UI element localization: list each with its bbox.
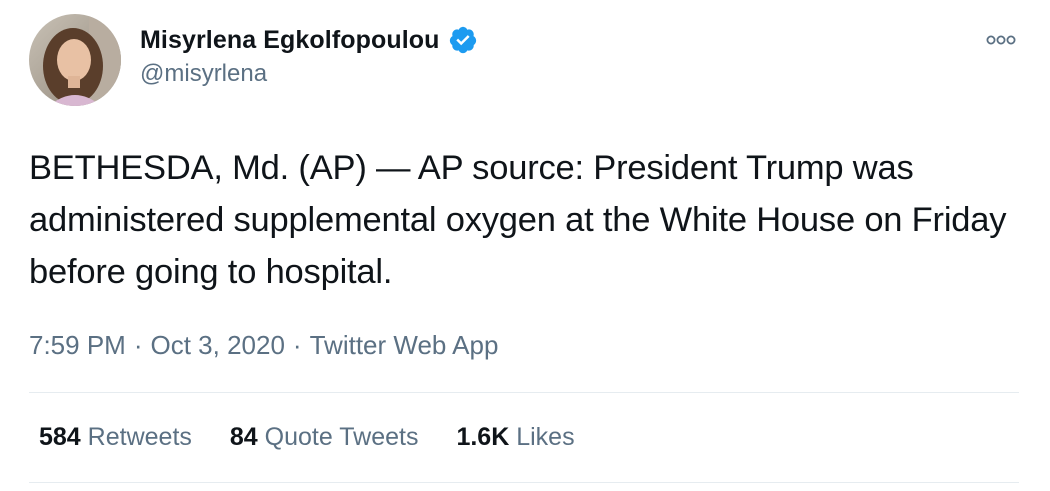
engagement-stats: 584 Retweets 84 Quote Tweets 1.6K Likes [39,423,613,452]
quote-tweets-label: Quote Tweets [264,423,419,451]
avatar[interactable] [29,14,121,106]
likes-count: 1.6K [456,423,517,451]
quote-tweets-count: 84 [229,423,265,451]
tweet-card: Misyrlena Egkolfopoulou @misyrlena BETHE… [0,0,1050,491]
meta-separator: · [292,330,302,360]
more-options-button[interactable] [978,26,1024,50]
more-options-icon [986,35,1016,45]
display-name[interactable]: Misyrlena Egkolfopoulou [140,26,440,55]
retweets-stat[interactable]: 584 Retweets [39,423,192,452]
quote-tweets-stat[interactable]: 84 Quote Tweets [230,423,419,452]
tweet-text: BETHESDA, Md. (AP) — AP source: Presiden… [29,149,1007,291]
divider [29,392,1019,393]
author-block: Misyrlena Egkolfopoulou @misyrlena [140,20,478,90]
tweet-date[interactable]: Oct 3, 2020 [151,330,285,361]
tweet-source[interactable]: Twitter Web App [310,330,499,361]
name-row: Misyrlena Egkolfopoulou [140,20,478,60]
retweets-label: Retweets [87,423,192,451]
tweet-time[interactable]: 7:59 PM [29,330,126,361]
tweet-meta: 7:59 PM · Oct 3, 2020 · Twitter Web App [29,330,498,361]
divider [29,482,1019,483]
likes-label: Likes [516,423,575,451]
verified-badge-icon [448,25,478,55]
likes-stat[interactable]: 1.6K Likes [456,423,574,452]
profile-photo-icon [29,14,121,106]
user-handle[interactable]: @misyrlena [140,60,478,88]
retweets-count: 584 [39,423,88,451]
meta-separator: · [133,330,143,360]
